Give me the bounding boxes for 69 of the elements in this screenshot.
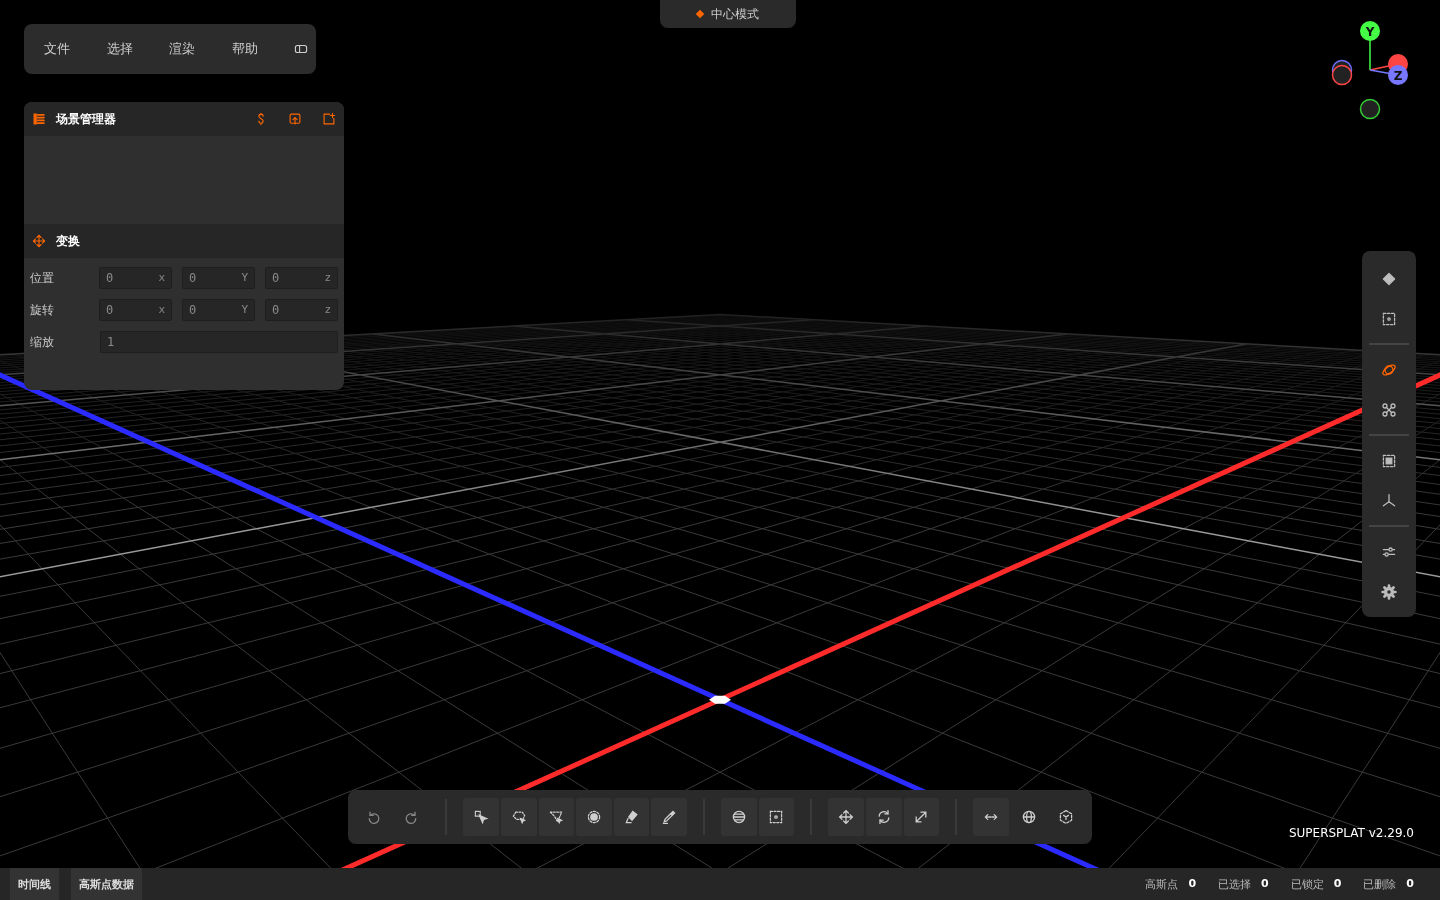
- globe-icon: [1020, 809, 1037, 825]
- status-tab[interactable]: 高斯点数据: [71, 868, 142, 900]
- menu-item[interactable]: 渲染: [169, 36, 232, 62]
- axes-icon: [1381, 493, 1397, 509]
- row-label: 位置: [30, 269, 55, 287]
- lasso-select-icon: [510, 809, 527, 825]
- menu-item[interactable]: 选择: [106, 36, 169, 62]
- stat-label: 已选择: [1218, 876, 1252, 892]
- rotate-button[interactable]: [865, 798, 902, 836]
- sphere-icon: [730, 809, 747, 825]
- upload-button[interactable]: [288, 112, 302, 126]
- paint-button[interactable]: [613, 798, 650, 836]
- upload-icon: [288, 112, 302, 126]
- axis-label: z: [324, 271, 331, 284]
- axis-label: Y: [241, 303, 248, 316]
- stat-value: 0: [1261, 876, 1269, 892]
- number-field[interactable]: 1: [100, 331, 338, 353]
- cube-icon: [1058, 809, 1075, 825]
- eyedropper-icon: [661, 809, 678, 825]
- section-title: 变换: [56, 232, 81, 250]
- add-icon: [322, 112, 336, 126]
- menu-item[interactable]: 帮助: [231, 36, 294, 62]
- row-label: 旋转: [30, 301, 55, 319]
- axis-label: Y: [241, 271, 248, 284]
- sphere-button[interactable]: [721, 798, 757, 836]
- box-select-icon: [768, 809, 785, 825]
- axis-label: z: [324, 303, 331, 316]
- focus-icon: [1381, 453, 1397, 469]
- move-icon: [838, 809, 854, 825]
- orbit-icon: [1381, 362, 1397, 378]
- move-button[interactable]: [828, 798, 864, 836]
- polygon-select-icon: [548, 809, 565, 825]
- settings-icon: [1381, 584, 1397, 600]
- stat-value: 0: [1333, 876, 1342, 892]
- polygon-select-button[interactable]: [538, 798, 575, 836]
- panel-title: 场景管理器: [56, 110, 117, 128]
- lasso-select-button[interactable]: [500, 798, 537, 836]
- origin-marker: [709, 695, 731, 704]
- scale-button[interactable]: [903, 798, 940, 836]
- menu-item[interactable]: 文件: [44, 36, 107, 62]
- stat-value: 0: [1406, 876, 1414, 892]
- axis-gizmo[interactable]: Y Z: [1325, 15, 1415, 125]
- mode-label: 中心模式: [711, 5, 759, 23]
- arrows-button[interactable]: [973, 798, 1009, 836]
- brush-select-button[interactable]: [576, 798, 612, 836]
- version-label: SUPERSPLAT v2.29.0: [1288, 826, 1414, 840]
- pick-select-button[interactable]: [463, 798, 499, 836]
- frame-icon: [1381, 311, 1397, 327]
- stat-label: 高斯点: [1145, 876, 1179, 892]
- eyedropper-button[interactable]: [651, 798, 688, 836]
- diamond-icon: [1381, 271, 1397, 287]
- panel-icon: [294, 42, 308, 56]
- panel-toggle-button[interactable]: [294, 42, 308, 56]
- drone-icon: [1381, 402, 1397, 418]
- sliders-icon: [1381, 544, 1397, 560]
- list-icon: [32, 112, 46, 126]
- row-label: 缩放: [30, 333, 55, 351]
- add-button[interactable]: [322, 112, 336, 126]
- brush-select-icon: [586, 809, 602, 825]
- move-icon: [32, 234, 46, 248]
- status-tab[interactable]: 时间线: [10, 868, 59, 900]
- stat-label: 已删除: [1363, 876, 1397, 892]
- axis-label: x: [158, 271, 165, 284]
- axis-label: x: [158, 303, 165, 316]
- box-select-button[interactable]: [758, 798, 795, 836]
- paint-icon: [623, 809, 640, 825]
- stat-label: 已锁定: [1290, 876, 1324, 892]
- pick-select-icon: [473, 809, 489, 825]
- stat-value: 0: [1188, 876, 1197, 892]
